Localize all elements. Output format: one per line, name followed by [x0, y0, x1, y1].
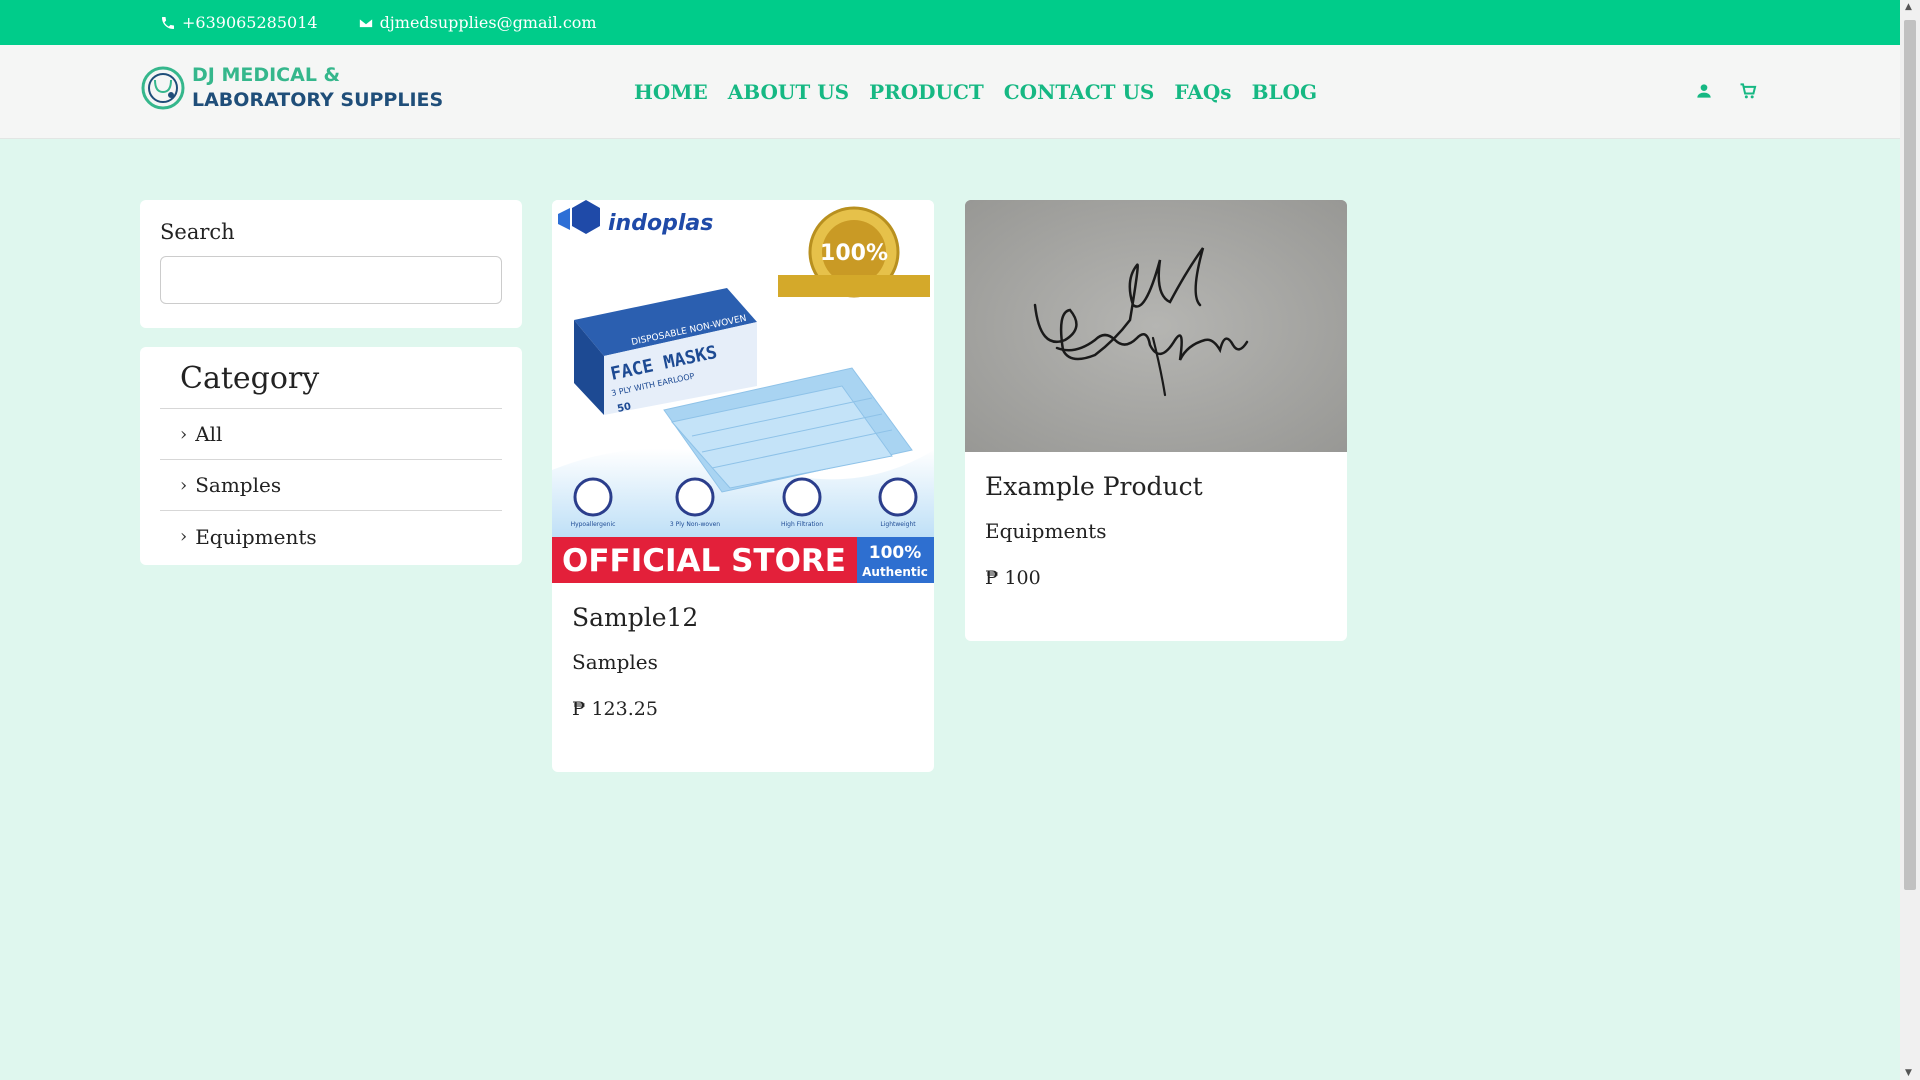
product-image-face-masks[interactable]: indoplas 100% DISPOSABLE NON-WOVEN FACE … — [552, 200, 934, 583]
page-scrollbar[interactable]: ▲ ▼ — [1900, 0, 1920, 1080]
product-price: ₱ 100 — [985, 567, 1041, 589]
seal-percent-text: 100% — [820, 241, 888, 266]
search-panel: Search — [140, 200, 522, 328]
category-item-label: Equipments — [195, 524, 317, 549]
stethoscope-logo-icon — [141, 66, 185, 110]
logo-line-2: LABORATORY SUPPLIES — [192, 89, 444, 111]
category-item-label: All — [195, 422, 223, 446]
email-address: djmedsupplies@gmail.com — [379, 13, 597, 32]
category-item-samples[interactable]: › Samples — [160, 460, 502, 511]
top-contact-bar: +639065285014 djmedsupplies@gmail.com — [0, 0, 1900, 45]
phone-icon — [162, 16, 174, 29]
chevron-right-icon: › — [180, 474, 188, 496]
site-logo[interactable]: DJ MEDICAL & LABORATORY SUPPLIES — [140, 63, 443, 113]
nav-home[interactable]: HOME — [634, 80, 708, 104]
signature-image — [965, 200, 1347, 452]
nav-menu: HOME ABOUT US PRODUCT CONTACT US FAQs BL… — [634, 45, 1317, 139]
scrollbar-thumb[interactable] — [1904, 20, 1916, 890]
banner-text: OFFICIAL STORE — [562, 543, 846, 579]
feature-label-3: High Filtration — [781, 521, 823, 528]
product-image-signature[interactable] — [965, 200, 1347, 452]
face-mask-ad-image: indoplas 100% DISPOSABLE NON-WOVEN FACE … — [552, 200, 934, 583]
cart-icon[interactable] — [1738, 81, 1758, 101]
product-name[interactable]: Example Product — [985, 472, 1327, 501]
search-input[interactable] — [160, 256, 502, 304]
banner-badge-1: 100% — [869, 543, 922, 563]
scroll-down-arrow-icon[interactable]: ▼ — [1905, 1068, 1912, 1078]
nav-about-us[interactable]: ABOUT US — [728, 80, 849, 104]
product-category: Samples — [572, 650, 658, 674]
chevron-right-icon: › — [180, 423, 188, 445]
nav-blog[interactable]: BLOG — [1252, 80, 1317, 104]
user-icon[interactable] — [1694, 81, 1714, 101]
search-label: Search — [160, 220, 235, 244]
product-name[interactable]: Sample12 — [572, 603, 914, 632]
chevron-right-icon: › — [180, 526, 188, 547]
banner-badge-2: Authentic — [862, 565, 928, 579]
phone-number: +639065285014 — [182, 13, 318, 32]
category-panel: Category › All › Samples › Equipments — [140, 347, 522, 565]
scroll-up-arrow-icon[interactable]: ▲ — [1905, 2, 1912, 12]
product-price: ₱ 123.25 — [572, 698, 658, 720]
main-navbar: DJ MEDICAL & LABORATORY SUPPLIES HOME AB… — [0, 45, 1900, 139]
feature-label-4: Lightweight — [880, 521, 916, 528]
category-title: Category — [160, 347, 502, 409]
feature-label-2: 3 Ply Non-woven — [670, 521, 720, 528]
nav-contact-us[interactable]: CONTACT US — [1004, 80, 1155, 104]
nav-icon-group — [1694, 81, 1758, 101]
nav-product[interactable]: PRODUCT — [869, 80, 984, 104]
envelope-icon — [358, 17, 373, 28]
email-contact[interactable]: djmedsupplies@gmail.com — [358, 13, 597, 32]
product-category: Equipments — [985, 519, 1107, 543]
logo-line-1: DJ MEDICAL & — [192, 64, 341, 86]
category-item-label: Samples — [195, 473, 282, 497]
nav-faqs[interactable]: FAQs — [1174, 80, 1231, 104]
category-item-all[interactable]: › All — [160, 409, 502, 460]
product-card-example-product[interactable]: Example Product Equipments ₱ 100 — [965, 200, 1347, 641]
product-card-sample12[interactable]: indoplas 100% DISPOSABLE NON-WOVEN FACE … — [552, 200, 934, 772]
phone-contact[interactable]: +639065285014 — [160, 13, 318, 32]
feature-label-1: Hypoallergenic — [571, 521, 616, 528]
category-item-equipments[interactable]: › Equipments — [160, 511, 502, 562]
brand-name-text: indoplas — [608, 211, 713, 236]
